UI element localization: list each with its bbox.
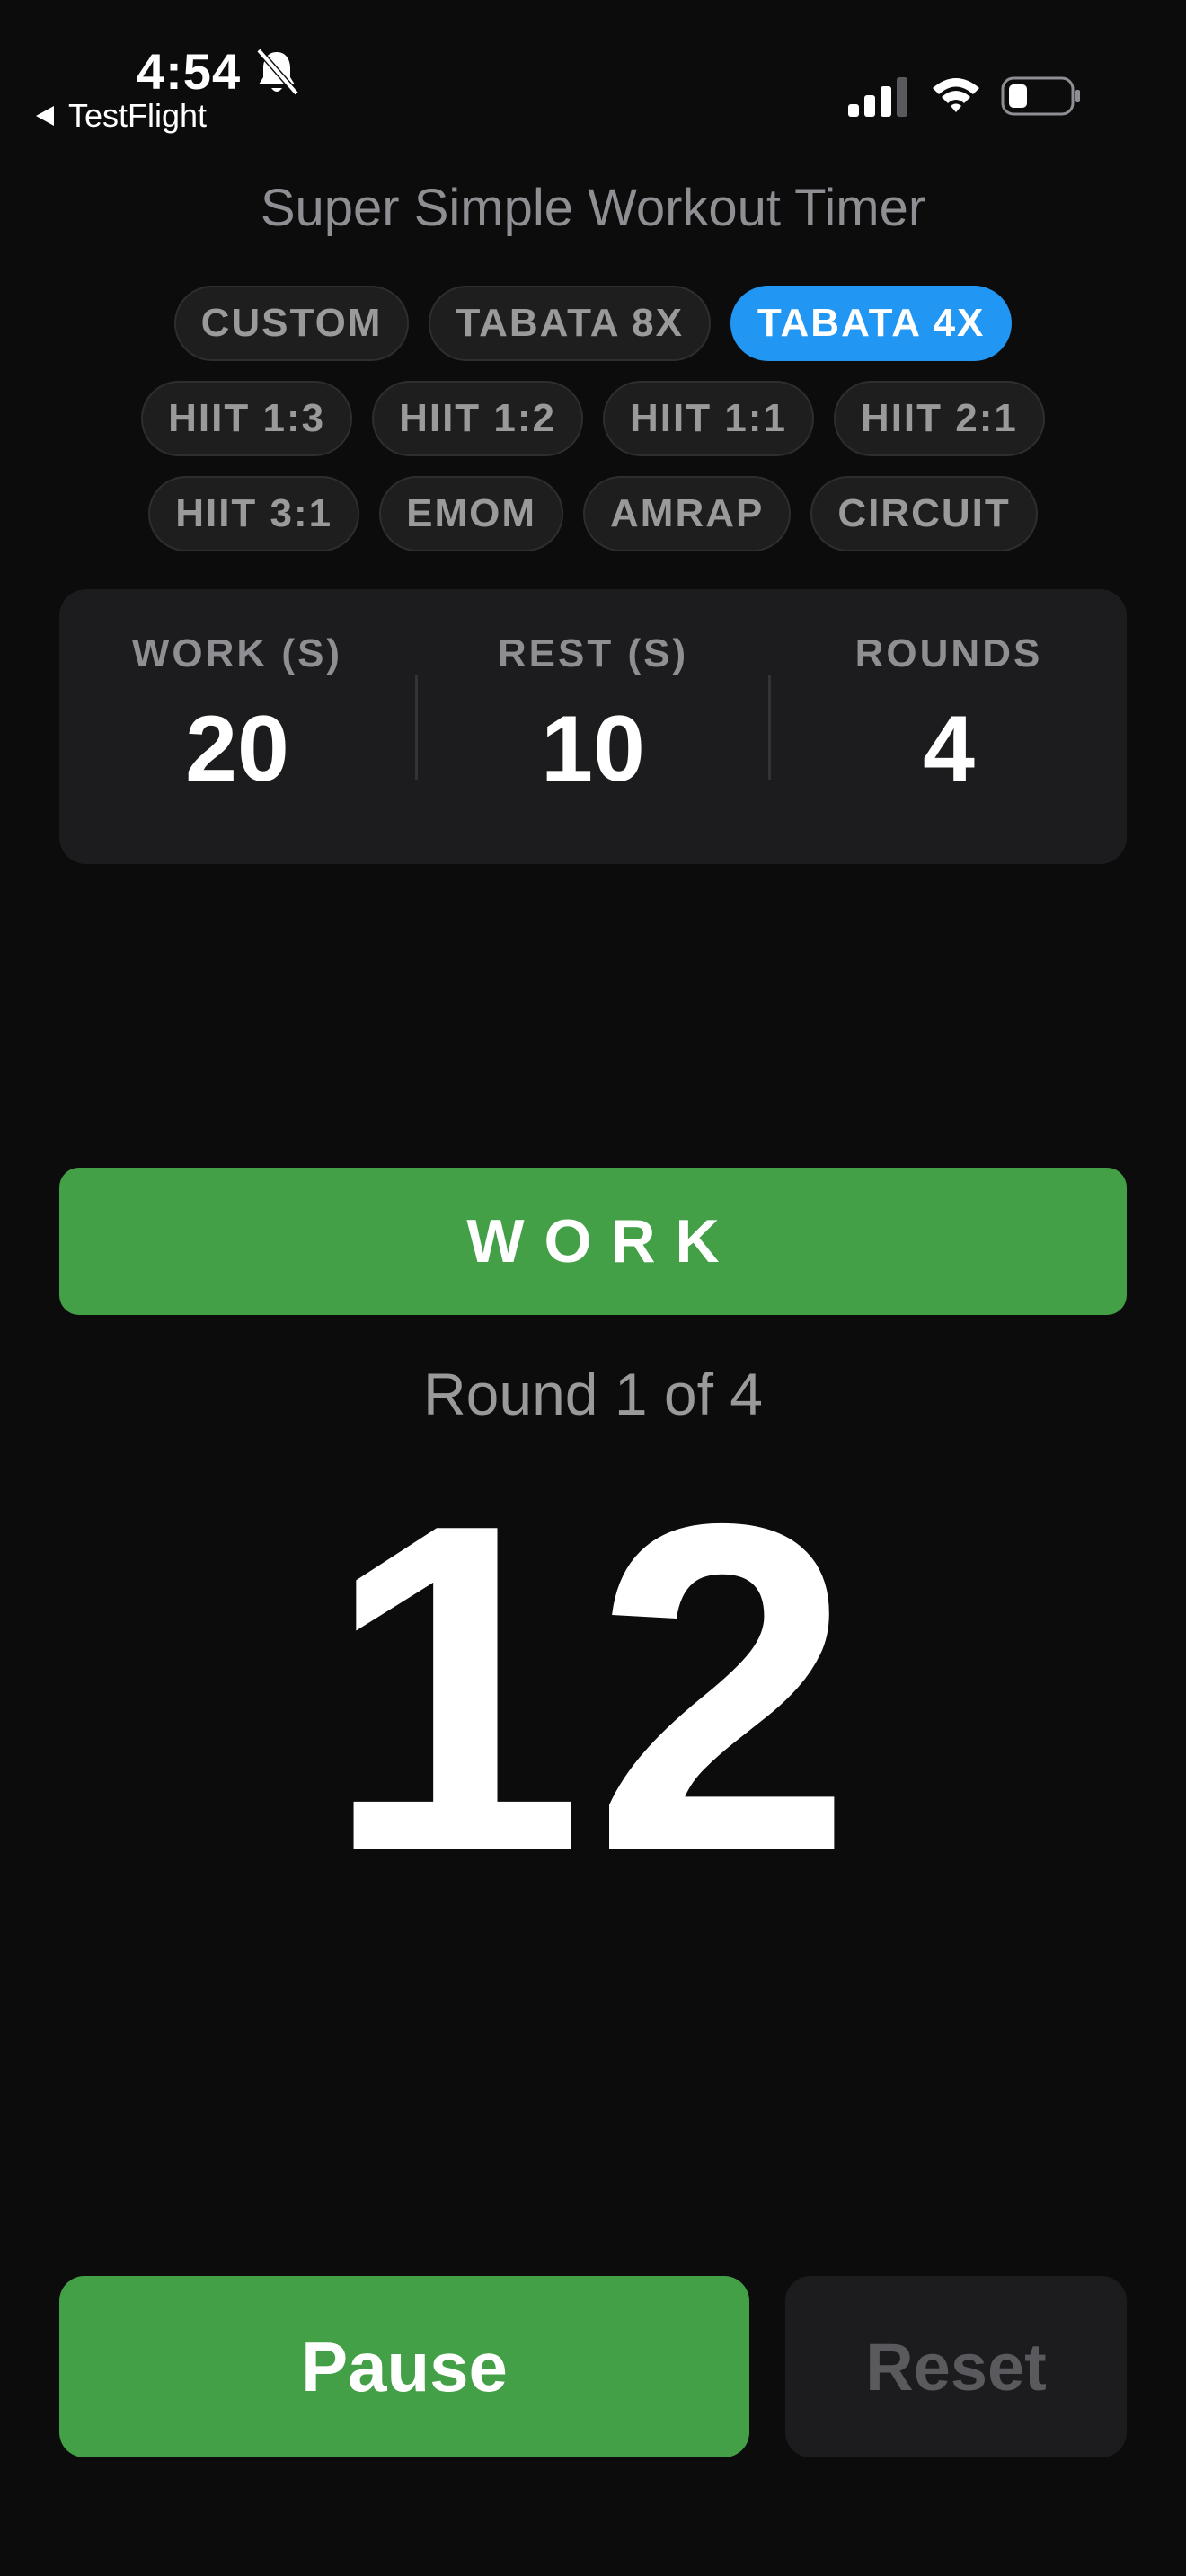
app-title: Super Simple Workout Timer [260, 179, 926, 237]
preset-row-2: HIIT 1:3 HIIT 1:2 HIIT 1:1 HIIT 2:1 [0, 381, 1186, 456]
preset-circuit[interactable]: CIRCUIT [810, 476, 1038, 551]
reset-button[interactable]: Reset [785, 2276, 1127, 2457]
bell-slash-icon [256, 48, 299, 96]
battery-icon [1001, 76, 1080, 116]
settings-panel: WORK (S) 20 REST (S) 10 ROUNDS 4 [59, 589, 1127, 864]
work-setting[interactable]: WORK (S) 20 [59, 589, 415, 864]
preset-tabata-4x[interactable]: TABATA 4X [730, 286, 1013, 361]
rest-value[interactable]: 10 [541, 697, 645, 801]
preset-row-1: CUSTOM TABATA 8X TABATA 4X [0, 286, 1186, 361]
preset-hiit-1-1[interactable]: HIIT 1:1 [603, 381, 814, 456]
preset-custom[interactable]: CUSTOM [173, 286, 410, 361]
preset-amrap[interactable]: AMRAP [583, 476, 792, 551]
divider [415, 675, 418, 780]
back-arrow-icon [36, 106, 54, 126]
preset-hiit-3-1[interactable]: HIIT 3:1 [148, 476, 360, 551]
work-label: WORK (S) [131, 631, 343, 675]
preset-hiit-1-2[interactable]: HIIT 1:2 [372, 381, 583, 456]
rounds-setting[interactable]: ROUNDS 4 [771, 589, 1127, 864]
cellular-signal-icon [848, 77, 907, 117]
preset-hiit-2-1[interactable]: HIIT 2:1 [833, 381, 1045, 456]
preset-emom[interactable]: EMOM [379, 476, 564, 551]
preset-hiit-1-3[interactable]: HIIT 1:3 [141, 381, 353, 456]
countdown-display: 12 [323, 1427, 863, 1949]
pause-button[interactable]: Pause [59, 2276, 749, 2457]
back-to-testflight-link[interactable]: TestFlight [36, 95, 207, 137]
back-link-label: TestFlight [68, 97, 208, 134]
rest-label: REST (S) [497, 631, 689, 675]
work-value[interactable]: 20 [185, 697, 289, 801]
rounds-label: ROUNDS [854, 631, 1043, 675]
preset-row-3: HIIT 3:1 EMOM AMRAP CIRCUIT [0, 476, 1186, 551]
phase-banner: WORK [59, 1168, 1127, 1315]
preset-tabata-8x[interactable]: TABATA 8X [429, 286, 711, 361]
wifi-icon [933, 78, 979, 112]
rest-setting[interactable]: REST (S) 10 [415, 589, 771, 864]
round-indicator: Round 1 of 4 [423, 1361, 763, 1427]
rounds-value[interactable]: 4 [923, 697, 975, 801]
